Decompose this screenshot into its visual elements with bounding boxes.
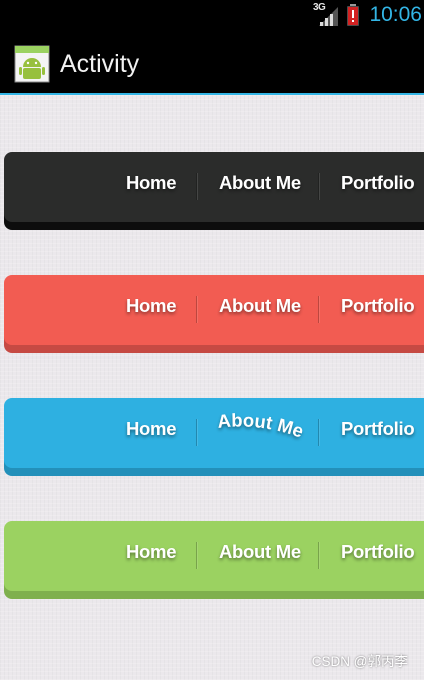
- android-app-icon[interactable]: [14, 45, 50, 83]
- nav-about-me-link[interactable]: About Me: [219, 172, 301, 194]
- nav-divider: [196, 173, 198, 200]
- action-bar: Activity: [0, 33, 424, 95]
- watermark: CSDN @郭丙李: [311, 654, 408, 669]
- nav-bar-red: Home About Me Portfolio: [4, 275, 424, 345]
- nav-about-me-label: About Me: [216, 409, 306, 441]
- nav-home-link[interactable]: Home: [126, 172, 177, 194]
- nav-home-link[interactable]: Home: [126, 541, 177, 563]
- battery-alert-icon: [347, 4, 359, 26]
- nav-bar-dark: Home About Me Portfolio: [4, 152, 424, 222]
- nav-divider: [318, 173, 320, 200]
- nav-divider: [196, 542, 198, 569]
- signal-icon: [319, 7, 338, 26]
- nav-divider: [196, 296, 198, 323]
- nav-portfolio-link[interactable]: Portfolio: [341, 541, 415, 563]
- nav-divider: [196, 419, 198, 446]
- nav-about-me-link-curved[interactable]: About Me: [210, 409, 314, 450]
- nav-bar-blue: Home About Me Portfolio: [4, 398, 424, 468]
- nav-portfolio-link[interactable]: Portfolio: [341, 172, 415, 194]
- nav-portfolio-link[interactable]: Portfolio: [341, 295, 415, 317]
- nav-home-link[interactable]: Home: [126, 295, 177, 317]
- nav-divider: [318, 542, 320, 569]
- status-bar: 3G 10:06: [0, 0, 424, 33]
- svg-text:About Me: About Me: [216, 409, 306, 441]
- clock: 10:06: [369, 3, 422, 26]
- nav-bar-green: Home About Me Portfolio: [4, 521, 424, 591]
- activity-title: Activity: [60, 50, 140, 78]
- nav-divider: [318, 296, 320, 323]
- nav-about-me-link[interactable]: About Me: [219, 541, 301, 563]
- nav-portfolio-link[interactable]: Portfolio: [341, 418, 415, 440]
- nav-about-me-link[interactable]: About Me: [219, 295, 301, 317]
- nav-divider: [318, 419, 320, 446]
- nav-home-link[interactable]: Home: [126, 418, 177, 440]
